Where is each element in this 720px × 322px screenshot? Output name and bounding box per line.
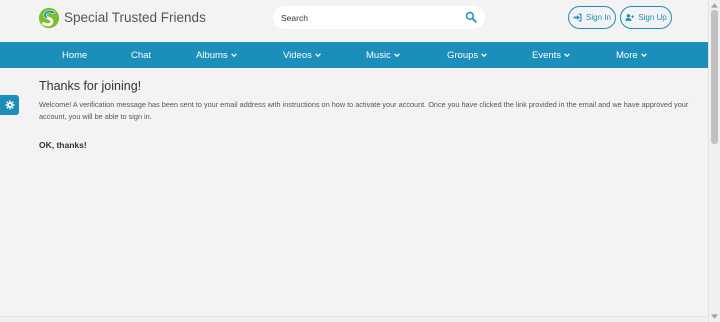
- nav-item-groups[interactable]: Groups: [447, 42, 488, 68]
- scrollbar-thumb[interactable]: [711, 10, 718, 144]
- nav-item-home[interactable]: Home: [62, 42, 87, 68]
- gear-icon: [5, 100, 14, 110]
- swirl-logo-icon[interactable]: [38, 7, 60, 29]
- nav-label: Groups: [447, 49, 479, 61]
- scroll-down-icon[interactable]: [711, 314, 718, 320]
- caret-down-icon: [393, 53, 400, 58]
- sign-in-icon: [573, 13, 582, 22]
- nav-item-more[interactable]: More: [616, 42, 647, 68]
- site-title[interactable]: Special Trusted Friends: [64, 10, 206, 25]
- settings-toggle[interactable]: [0, 95, 19, 115]
- caret-down-icon: [640, 53, 647, 58]
- vertical-scrollbar[interactable]: [708, 0, 720, 322]
- nav-label: Chat: [131, 49, 152, 61]
- nav-label: Events: [532, 49, 562, 61]
- nav-item-music[interactable]: Music: [366, 42, 400, 68]
- search-icon[interactable]: [465, 11, 477, 23]
- main-nav: Home Chat Albums Videos Music Groups Eve…: [0, 42, 708, 68]
- caret-down-icon: [481, 53, 488, 58]
- sign-up-label: Sign Up: [638, 13, 667, 22]
- sign-in-button[interactable]: Sign In: [568, 6, 616, 29]
- verification-message: Welcome! A verification message has been…: [39, 100, 689, 121]
- nav-label: Videos: [283, 49, 312, 61]
- search-input[interactable]: [281, 10, 451, 25]
- ok-thanks-link[interactable]: OK, thanks!: [39, 140, 87, 150]
- search-box: [273, 6, 485, 29]
- page-title: Thanks for joining!: [39, 79, 142, 93]
- nav-label: Home: [62, 49, 88, 61]
- header: Special Trusted Friends Sign In Sign Up: [0, 0, 708, 42]
- caret-down-icon: [564, 53, 570, 58]
- nav-item-albums[interactable]: Albums: [196, 42, 237, 68]
- caret-down-icon: [315, 53, 321, 58]
- caret-down-icon: [230, 53, 237, 58]
- horizontal-scrollbar[interactable]: [0, 316, 708, 322]
- nav-label: More: [616, 49, 638, 61]
- nav-item-videos[interactable]: Videos: [283, 42, 321, 68]
- nav-label: Music: [366, 49, 391, 61]
- sign-in-label: Sign In: [586, 13, 611, 22]
- nav-item-chat[interactable]: Chat: [131, 42, 151, 68]
- user-plus-icon: [625, 14, 635, 21]
- scroll-up-icon[interactable]: [711, 2, 718, 8]
- sign-up-button[interactable]: Sign Up: [620, 6, 672, 29]
- nav-item-events[interactable]: Events: [532, 42, 570, 68]
- nav-label: Albums: [196, 49, 228, 61]
